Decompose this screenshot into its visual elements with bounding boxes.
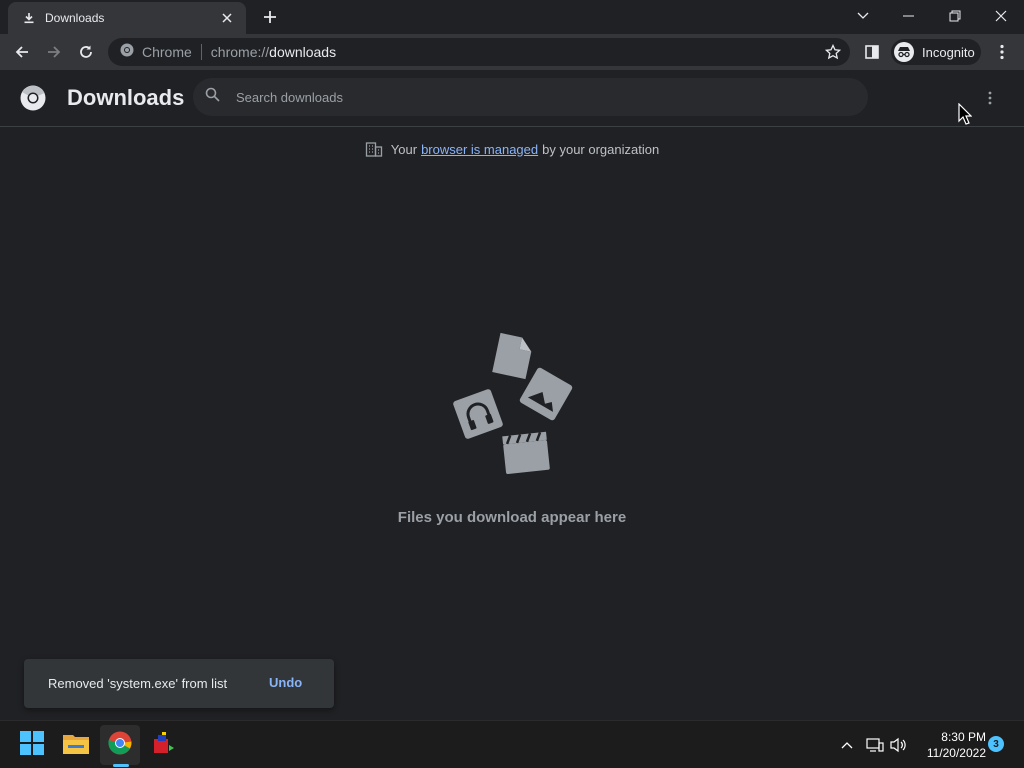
chrome-icon bbox=[120, 43, 134, 62]
side-panel-button[interactable] bbox=[858, 38, 886, 66]
forward-button[interactable] bbox=[40, 38, 68, 66]
network-icon[interactable] bbox=[864, 734, 886, 756]
divider bbox=[200, 44, 202, 60]
toast-message: Removed 'system.exe' from list bbox=[48, 676, 228, 691]
document-icon bbox=[492, 332, 532, 380]
managed-notice: Your browser is managed by your organiza… bbox=[0, 139, 1024, 159]
managed-prefix: Your bbox=[390, 141, 418, 157]
building-icon bbox=[365, 140, 383, 158]
download-icon bbox=[22, 11, 36, 25]
undo-button[interactable]: Undo bbox=[269, 675, 302, 690]
chevron-up-icon[interactable] bbox=[836, 734, 858, 756]
title-bar: Downloads bbox=[0, 0, 1024, 34]
url-text[interactable]: chrome://downloads bbox=[211, 44, 336, 60]
chrome-logo-icon bbox=[20, 85, 46, 111]
clock-date: 11/20/2022 bbox=[926, 746, 986, 760]
app-icon bbox=[152, 731, 176, 760]
bookmark-star-icon[interactable] bbox=[824, 43, 842, 61]
toast-notification: Removed 'system.exe' from list Undo bbox=[24, 659, 334, 708]
reload-button[interactable] bbox=[72, 38, 100, 66]
profile-label: Incognito bbox=[922, 44, 975, 60]
video-clapper-icon bbox=[502, 431, 550, 474]
folder-icon bbox=[63, 732, 89, 759]
volume-icon[interactable] bbox=[888, 734, 910, 756]
empty-state-illustration bbox=[450, 330, 574, 480]
windows-start-icon bbox=[20, 730, 44, 760]
search-downloads[interactable] bbox=[193, 78, 868, 116]
url-prefix: chrome:// bbox=[210, 44, 270, 60]
page-title: Downloads bbox=[67, 85, 185, 110]
empty-state-message: Files you download appear here bbox=[397, 509, 627, 526]
headphones-icon bbox=[453, 389, 503, 439]
tab-search-button[interactable] bbox=[840, 0, 886, 32]
start-button[interactable] bbox=[12, 725, 52, 765]
back-button[interactable] bbox=[8, 38, 36, 66]
url-path: downloads bbox=[269, 44, 337, 60]
search-icon bbox=[205, 87, 220, 107]
tab-title: Downloads bbox=[45, 11, 105, 25]
browser-toolbar: Chrome chrome://downloads Incognito bbox=[0, 34, 1024, 70]
image-icon bbox=[519, 367, 573, 421]
incognito-icon bbox=[894, 42, 914, 62]
chrome-icon bbox=[108, 731, 132, 760]
downloads-header: Downloads bbox=[0, 70, 1024, 127]
more-actions-button[interactable] bbox=[979, 87, 1001, 109]
managed-suffix: by your organization bbox=[542, 141, 660, 157]
profile-incognito-chip[interactable]: Incognito bbox=[891, 39, 981, 65]
file-explorer-button[interactable] bbox=[56, 725, 96, 765]
close-icon[interactable] bbox=[218, 9, 236, 27]
restore-button[interactable] bbox=[932, 0, 978, 32]
notification-badge[interactable]: 3 bbox=[988, 736, 1004, 752]
active-app-indicator bbox=[113, 764, 129, 767]
browser-managed-link[interactable]: browser is managed bbox=[421, 142, 538, 157]
app-taskbar-button[interactable] bbox=[144, 725, 184, 765]
clock-time: 8:30 PM bbox=[941, 730, 986, 744]
chrome-taskbar-button[interactable] bbox=[100, 725, 140, 765]
mouse-cursor-icon bbox=[958, 103, 972, 125]
taskbar: 8:30 PM 11/20/2022 bbox=[0, 720, 1024, 768]
minimize-button[interactable] bbox=[886, 0, 932, 32]
new-tab-button[interactable] bbox=[260, 7, 280, 27]
address-bar[interactable]: Chrome chrome://downloads bbox=[108, 38, 850, 66]
search-input[interactable] bbox=[236, 89, 796, 105]
clock[interactable]: 8:30 PM 11/20/2022 bbox=[914, 729, 986, 761]
scheme-chip: Chrome bbox=[142, 44, 192, 60]
tab-downloads[interactable]: Downloads bbox=[8, 2, 246, 34]
close-window-button[interactable] bbox=[978, 0, 1024, 32]
browser-menu-button[interactable] bbox=[988, 38, 1016, 66]
